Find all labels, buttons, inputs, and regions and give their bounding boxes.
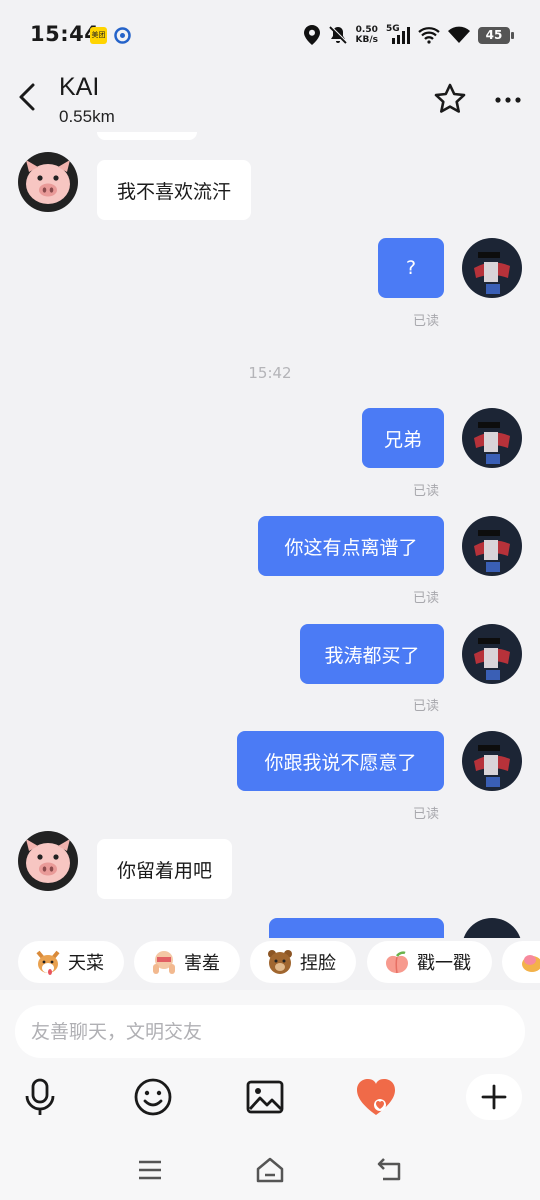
mute-bell-icon [328, 25, 347, 44]
quick-reaction-chip[interactable]: 害羞 [134, 941, 240, 983]
contact-avatar[interactable] [18, 152, 78, 212]
shy-emoji-icon [153, 951, 175, 974]
image-icon[interactable] [243, 1075, 287, 1119]
microphone-icon[interactable] [18, 1075, 62, 1119]
quick-reaction-label: 天菜 [68, 953, 104, 974]
quick-reaction-chip[interactable]: 天菜 [18, 941, 124, 983]
back-nav-icon[interactable] [375, 1155, 405, 1185]
user-photo-avatar-icon [462, 408, 522, 468]
app-notification-icon [114, 27, 131, 44]
gift-heart-icon[interactable] [354, 1075, 398, 1119]
my-avatar[interactable] [462, 238, 522, 298]
outgoing-message-bubble[interactable]: 你跟我说不愿意了 [237, 731, 444, 791]
outgoing-message-bubble[interactable]: 我涛都买了 [300, 624, 444, 684]
chat-header: KAI 0.55km [0, 70, 540, 132]
incoming-message-bubble[interactable]: 我不喜欢流汗 [97, 160, 252, 220]
composer [0, 990, 540, 1138]
more-actions-button[interactable] [466, 1074, 522, 1120]
read-receipt: 已读 [413, 314, 440, 329]
battery-icon: 45 [478, 26, 514, 44]
more-options-icon[interactable] [494, 86, 522, 114]
quick-reaction-label: 戳一戳 [417, 953, 471, 974]
status-icons: 0.50 KB/s 5G 45 [303, 22, 514, 48]
outgoing-message-bubble[interactable]: 兄弟 [362, 408, 444, 468]
wifi-icon [448, 26, 470, 43]
my-avatar[interactable] [462, 624, 522, 684]
contact-name[interactable]: KAI [59, 73, 99, 102]
user-photo-avatar-icon [462, 516, 522, 576]
my-avatar[interactable] [462, 516, 522, 576]
pig-avatar-icon [18, 831, 78, 891]
read-receipt: 已读 [413, 484, 440, 499]
home-icon[interactable] [255, 1155, 285, 1185]
peach-emoji-icon [386, 951, 408, 974]
dog-emoji-icon [36, 950, 60, 975]
star-icon[interactable] [433, 82, 467, 116]
wifi-calling-icon [418, 27, 440, 44]
message-input[interactable] [15, 1005, 525, 1058]
my-avatar[interactable] [462, 408, 522, 468]
status-time: 15:44 [30, 22, 100, 46]
incoming-message-bubble[interactable]: 你留着用吧 [97, 839, 233, 899]
my-avatar [462, 918, 522, 938]
message-timestamp: 15:42 [248, 364, 292, 382]
outgoing-message-bubble[interactable]: 你这有点离谱了 [258, 516, 444, 576]
quick-reaction-chip[interactable]: 捏脸 [250, 941, 356, 983]
my-avatar[interactable] [462, 731, 522, 791]
emoji-icon[interactable] [131, 1075, 175, 1119]
quick-reaction-chip[interactable] [502, 941, 540, 983]
next-message-bubble [269, 918, 444, 938]
net-speed: 0.50 KB/s [355, 25, 378, 45]
cell-signal-icon: 5G [386, 24, 410, 46]
quick-reaction-chip[interactable]: 戳一戳 [367, 941, 492, 983]
pig-avatar-icon [18, 152, 78, 212]
plus-icon [481, 1084, 507, 1110]
outgoing-message-bubble[interactable]: ? [378, 238, 444, 298]
user-photo-avatar-icon [462, 624, 522, 684]
system-nav-bar [0, 1138, 540, 1200]
contact-distance: 0.55km [59, 107, 115, 126]
contact-avatar[interactable] [18, 831, 78, 891]
bear-emoji-icon [268, 950, 292, 974]
menu-icon[interactable] [135, 1155, 165, 1185]
previous-message-bubble [97, 132, 197, 140]
quick-reaction-bar: 天菜 害羞 捏脸 戳一戳 [0, 938, 540, 988]
user-photo-avatar-icon [462, 238, 522, 298]
quick-reaction-label: 捏脸 [300, 953, 336, 974]
read-receipt: 已读 [413, 699, 440, 714]
user-photo-avatar-icon [462, 731, 522, 791]
back-arrow-icon[interactable] [14, 82, 44, 112]
read-receipt: 已读 [413, 591, 440, 606]
meituan-app-icon: 美团 [90, 27, 107, 44]
message-list[interactable]: 我不喜欢流汗 ? 已读 15:42 兄弟 已读 你这有点离谱了 已读 我涛都买了… [0, 132, 540, 938]
read-receipt: 已读 [413, 807, 440, 822]
status-bar: 15:44 美团 0.50 KB/s 5G 45 [0, 0, 540, 70]
location-icon [303, 25, 320, 45]
more-reaction-emoji-icon [522, 955, 540, 972]
quick-reaction-label: 害羞 [184, 953, 220, 974]
